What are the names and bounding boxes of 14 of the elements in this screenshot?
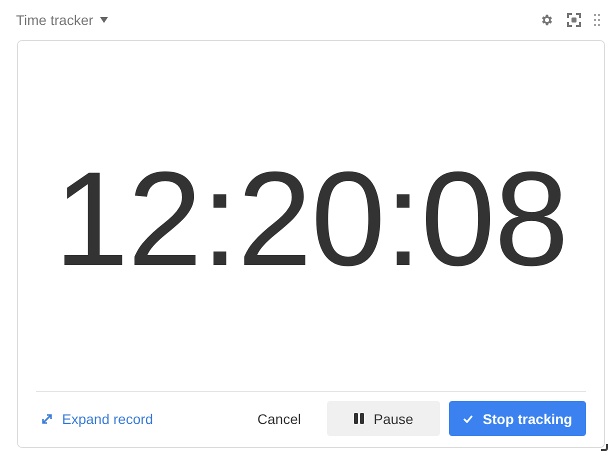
focus-icon[interactable] [567, 13, 581, 27]
elapsed-time: 12:20:08 [54, 144, 568, 296]
expand-icon [42, 414, 52, 424]
resize-handle-icon[interactable] [601, 444, 608, 451]
pause-button[interactable]: Pause [327, 401, 440, 436]
cancel-button[interactable]: Cancel [243, 401, 315, 436]
drag-handle-icon[interactable] [594, 14, 600, 26]
caret-icon [100, 17, 108, 23]
expand-record-link[interactable]: Expand record [36, 410, 154, 426]
stop-tracking-button[interactable]: Stop tracking [449, 401, 586, 436]
pause-icon [354, 413, 364, 424]
widget-title-dropdown[interactable]: Time tracker [14, 12, 110, 28]
check-icon [462, 414, 473, 422]
settings-icon[interactable] [540, 13, 554, 27]
